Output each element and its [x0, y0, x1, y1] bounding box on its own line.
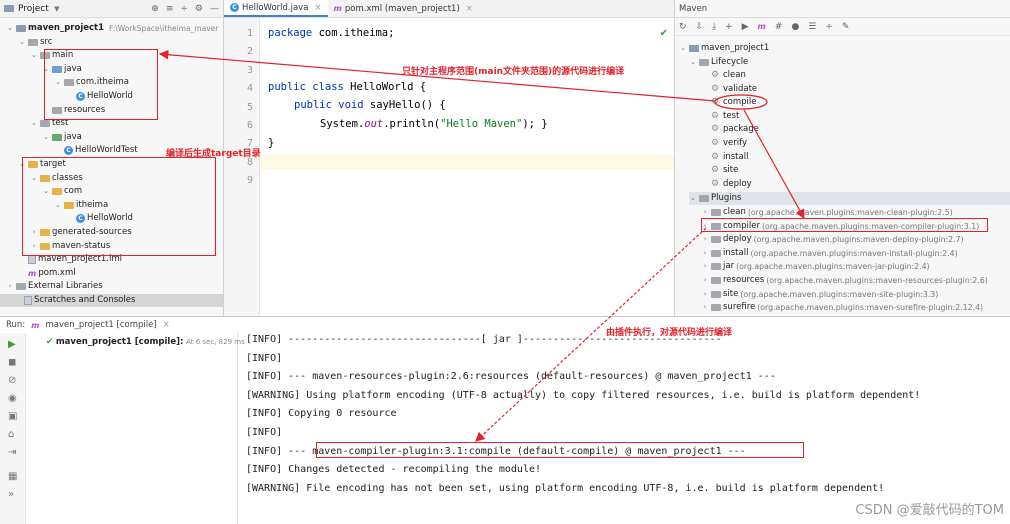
arrow-compile-to-plugin	[743, 109, 805, 220]
watermark: CSDN @爱敲代码的TOM	[855, 503, 1004, 518]
compile-goal-circle	[714, 94, 768, 110]
annotation-arrows	[158, 49, 805, 442]
arrow-plugin-to-log	[475, 227, 707, 442]
arrow-compile-to-main	[158, 49, 716, 102]
